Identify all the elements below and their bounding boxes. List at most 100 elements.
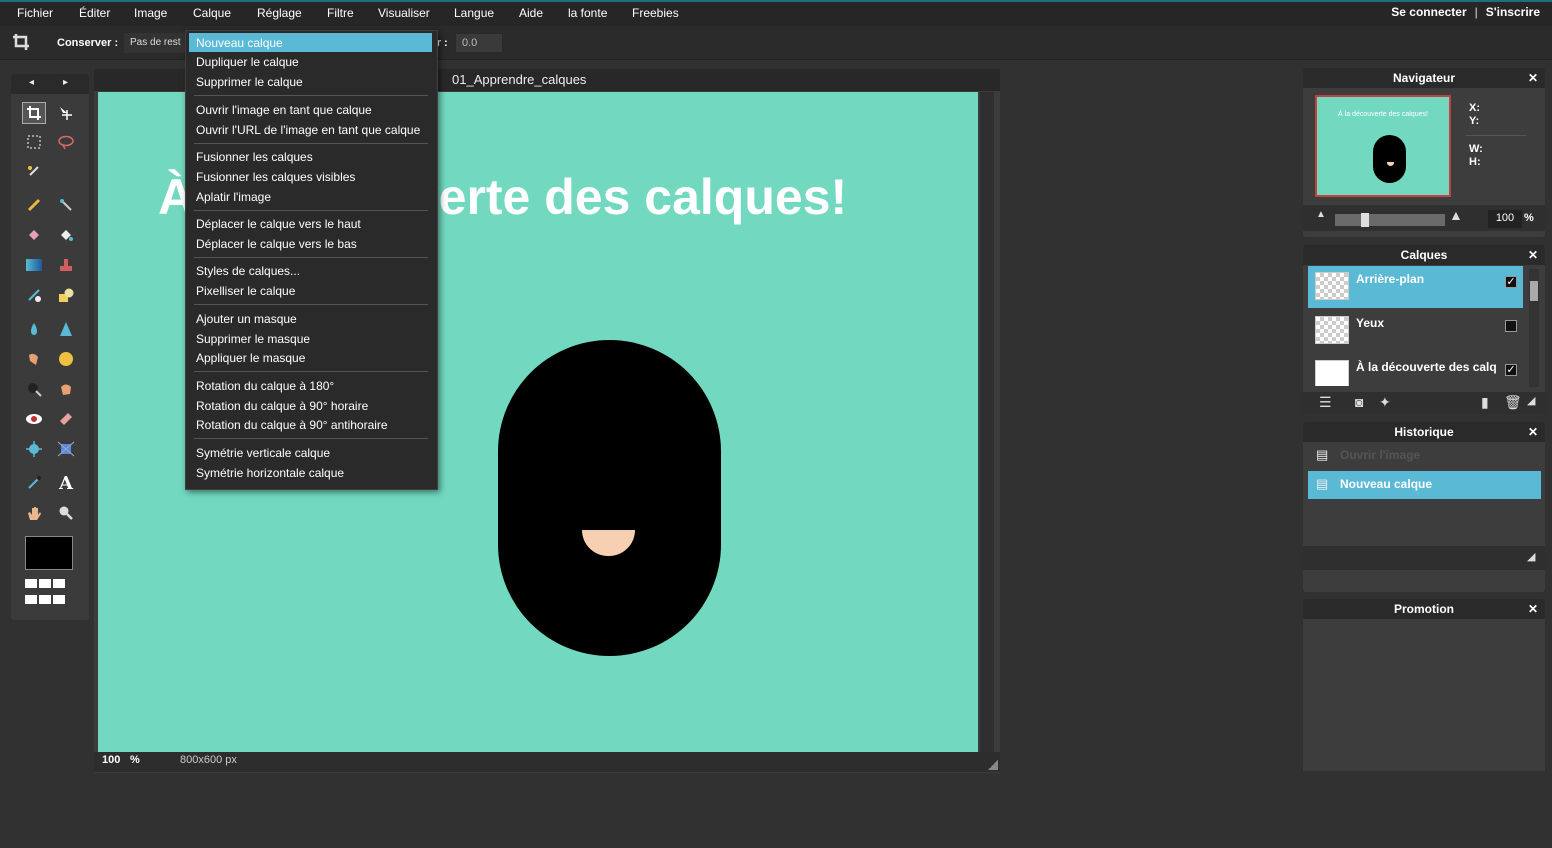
menu-item-aplatir-image[interactable]: Aplatir l'image xyxy=(189,187,432,206)
vertical-scrollbar[interactable] xyxy=(980,92,994,752)
resize-grip-icon[interactable]: ◢ xyxy=(1527,550,1535,563)
resize-grip-icon[interactable]: ◢ xyxy=(1527,394,1535,407)
menu-item-nouveau-calque[interactable]: Nouveau calque xyxy=(189,33,432,52)
spot-heal-icon[interactable] xyxy=(54,408,78,430)
smudge-icon[interactable] xyxy=(22,348,46,370)
sponge-icon[interactable] xyxy=(54,348,78,370)
menu-filtre[interactable]: Filtre xyxy=(327,6,354,20)
menu-langue[interactable]: Langue xyxy=(454,6,494,20)
bloat-icon[interactable] xyxy=(22,438,46,460)
menu-item-supprimer-calque[interactable]: Supprimer le calque xyxy=(189,72,432,91)
menu-item-symetrie-horizontale[interactable]: Symétrie horizontale calque xyxy=(189,463,432,482)
menu-item-fusionner-visibles[interactable]: Fusionner les calques visibles xyxy=(189,167,432,186)
menu-item-ajouter-masque[interactable]: Ajouter un masque xyxy=(189,309,432,328)
menu-item-rotation-90-horaire[interactable]: Rotation du calque à 90° horaire xyxy=(189,396,432,415)
pencil-icon[interactable] xyxy=(22,194,46,216)
menu-item-dupliquer-calque[interactable]: Dupliquer le calque xyxy=(189,52,432,71)
layer-visibility-checkbox[interactable] xyxy=(1505,320,1517,332)
history-item[interactable]: ▤ Nouveau calque xyxy=(1308,471,1541,499)
zoom-out-icon[interactable]: ▲ xyxy=(1316,209,1326,220)
delete-layer-icon[interactable]: 🗑 xyxy=(1504,394,1522,411)
color-picker-icon[interactable] xyxy=(22,472,46,494)
red-eye-icon[interactable] xyxy=(22,408,46,430)
layer-visibility-checkbox[interactable]: ✓ xyxy=(1505,364,1517,376)
zoom-slider-handle[interactable] xyxy=(1360,213,1369,227)
menu-reglage[interactable]: Réglage xyxy=(257,6,302,20)
image-dimensions: 800x600 px xyxy=(180,754,237,766)
menu-item-supprimer-masque[interactable]: Supprimer le masque xyxy=(189,329,432,348)
lasso-icon[interactable] xyxy=(54,131,78,153)
zoom-slider[interactable] xyxy=(1335,214,1445,226)
navigator-thumbnail[interactable]: À la découverte des calques! xyxy=(1315,95,1451,197)
move-icon[interactable] xyxy=(54,102,78,124)
stamp-icon[interactable] xyxy=(54,254,78,276)
menu-item-rotation-90-antihoraire[interactable]: Rotation du calque à 90° antihoraire xyxy=(189,415,432,434)
menu-editer[interactable]: Éditer xyxy=(79,6,110,20)
menu-item-deplacer-bas[interactable]: Déplacer le calque vers le bas xyxy=(189,234,432,253)
menu-freebies[interactable]: Freebies xyxy=(632,6,679,20)
promotion-panel: Promotion ✕ xyxy=(1303,599,1545,771)
menu-fichier[interactable]: Fichier xyxy=(17,6,53,20)
gradient-icon[interactable] xyxy=(22,254,46,276)
burn-icon[interactable] xyxy=(54,378,78,400)
navigator-zoom-input[interactable]: 100 xyxy=(1488,210,1522,228)
shape-icon[interactable] xyxy=(54,284,78,306)
layer-settings-icon[interactable]: ☰ xyxy=(1319,394,1332,411)
new-layer-icon[interactable]: ▮ xyxy=(1481,394,1489,411)
menu-item-ouvrir-image-calque[interactable]: Ouvrir l'image en tant que calque xyxy=(189,100,432,119)
menu-item-ouvrir-url-calque[interactable]: Ouvrir l'URL de l'image en tant que calq… xyxy=(189,120,432,139)
layout-grid-icon[interactable] xyxy=(25,579,75,611)
close-icon[interactable]: ✕ xyxy=(1528,248,1538,262)
crop-icon[interactable] xyxy=(12,33,32,51)
close-icon[interactable]: ✕ xyxy=(1528,425,1538,439)
zoom-value[interactable]: 100 xyxy=(102,754,120,766)
layer-row[interactable]: À la découverte des calq ✓ xyxy=(1308,354,1523,386)
menu-item-appliquer-masque[interactable]: Appliquer le masque xyxy=(189,348,432,367)
hand-icon[interactable] xyxy=(22,502,46,524)
type-icon[interactable]: A xyxy=(54,472,78,494)
zoom-in-icon[interactable]: ▲ xyxy=(1449,207,1463,223)
close-icon[interactable]: ✕ xyxy=(1528,602,1538,616)
foreground-color-swatch[interactable] xyxy=(25,536,73,570)
layer-mask-icon[interactable]: ◙ xyxy=(1355,394,1363,410)
blur-icon[interactable] xyxy=(22,318,46,340)
menu-visualiser[interactable]: Visualiser xyxy=(378,6,430,20)
layer-visibility-checkbox[interactable]: ✓ xyxy=(1505,276,1517,288)
promotion-body xyxy=(1303,619,1545,771)
menu-item-styles-calques[interactable]: Styles de calques... xyxy=(189,261,432,280)
magic-wand-icon[interactable] xyxy=(22,160,46,182)
history-item[interactable]: ▤ Ouvrir l'image xyxy=(1308,442,1541,470)
zoom-icon[interactable] xyxy=(54,502,78,524)
menu-item-symetrie-verticale[interactable]: Symétrie verticale calque xyxy=(189,443,432,462)
menu-item-deplacer-haut[interactable]: Déplacer le calque vers le haut xyxy=(189,214,432,233)
signup-link[interactable]: S'inscrire xyxy=(1486,5,1540,19)
marquee-icon[interactable] xyxy=(22,131,46,153)
tools-prev-icon[interactable]: ◂ xyxy=(29,77,34,88)
close-icon[interactable]: ✕ xyxy=(1528,71,1538,85)
layer-row[interactable]: Yeux xyxy=(1308,310,1523,352)
menu-item-fusionner-calques[interactable]: Fusionner les calques xyxy=(189,147,432,166)
menu-aide[interactable]: Aide xyxy=(519,6,543,20)
sharpen-icon[interactable] xyxy=(54,318,78,340)
layer-styles-icon[interactable]: ✦ xyxy=(1379,394,1391,411)
layer-row[interactable]: Arrière-plan ✓ xyxy=(1308,266,1523,308)
bucket-icon[interactable] xyxy=(54,224,78,246)
menu-item-rotation-180[interactable]: Rotation du calque à 180° xyxy=(189,376,432,395)
tools-next-icon[interactable]: ▸ xyxy=(63,77,68,88)
login-link[interactable]: Se connecter xyxy=(1391,5,1466,19)
menu-image[interactable]: Image xyxy=(134,6,167,20)
layers-scrollbar[interactable] xyxy=(1529,269,1539,387)
resize-grip-icon[interactable] xyxy=(988,760,998,770)
menu-item-pixelliser[interactable]: Pixelliser le calque xyxy=(189,281,432,300)
value-input[interactable]: 0.0 xyxy=(455,33,503,53)
dodge-icon[interactable] xyxy=(22,378,46,400)
eraser-icon[interactable] xyxy=(22,224,46,246)
history-title: Historique xyxy=(1394,425,1454,439)
brush-icon[interactable] xyxy=(54,194,78,216)
pinch-icon[interactable] xyxy=(54,438,78,460)
keep-select[interactable]: Pas de rest xyxy=(124,33,192,53)
menu-calque[interactable]: Calque xyxy=(193,6,231,20)
crop-icon[interactable] xyxy=(22,102,46,124)
color-replace-icon[interactable] xyxy=(22,284,46,306)
menu-la-fonte[interactable]: la fonte xyxy=(568,6,607,20)
